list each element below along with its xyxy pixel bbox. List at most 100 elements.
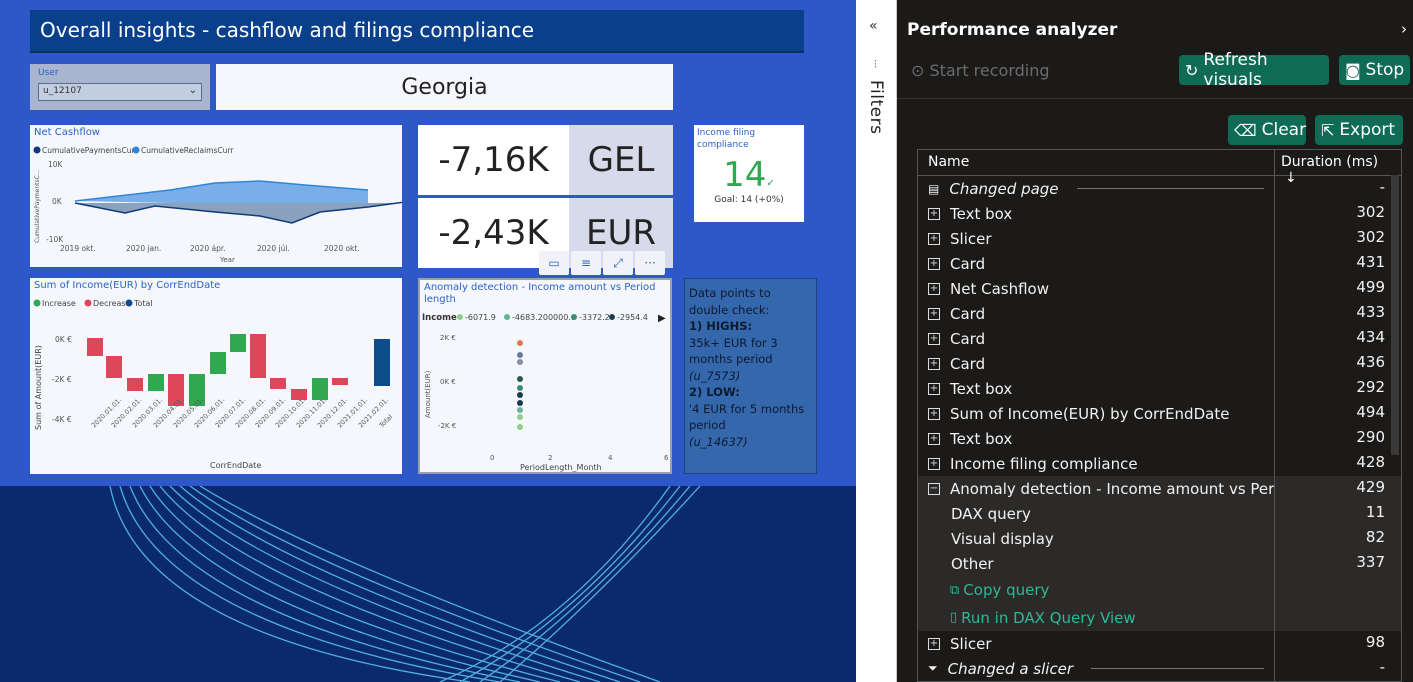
table-row[interactable]: DAX query 11 [918, 501, 1401, 526]
row-name: + Card [918, 301, 1275, 326]
table-row[interactable]: + Text box 290 [918, 426, 1401, 451]
table-row[interactable]: + Income filing compliance 428 [918, 451, 1401, 476]
table-row[interactable]: + Card 433 [918, 301, 1401, 326]
start-recording-button[interactable]: ⊙ Start recording [911, 61, 1050, 80]
more-options-icon[interactable]: ··· [635, 251, 665, 275]
expand-icon[interactable]: + [928, 382, 940, 395]
note-textbox: Data points to double check: 1) HIGHS: 3… [684, 278, 817, 474]
legend-label: -3372.2 [579, 313, 610, 322]
sum-income-waterfall[interactable]: Sum of Income(EUR) by CorrEndDate Increa… [30, 278, 402, 474]
table-row[interactable]: + Text box 292 [918, 376, 1401, 401]
expand-icon[interactable]: + [928, 232, 940, 245]
export-button[interactable]: ⇱ Export [1315, 115, 1403, 145]
expand-icon[interactable]: + [928, 637, 940, 650]
row-name: + Net Cashflow [918, 276, 1275, 301]
row-duration: 302 [1356, 203, 1385, 221]
x-tick: 2020 okt. [324, 244, 360, 253]
y-tick: 0K € [440, 378, 456, 386]
table-row[interactable]: ⧉ Copy query [918, 576, 1401, 604]
row-label: DAX query [951, 504, 1031, 523]
row-name: + Slicer [918, 631, 1275, 656]
table-row[interactable]: − Anomaly detection - Income amount vs Pe… [918, 476, 1401, 501]
chevron-down-icon[interactable]: ⌄ [189, 85, 197, 96]
row-duration: 494 [1356, 403, 1385, 421]
row-name: + Text box [918, 201, 1275, 226]
expand-icon[interactable]: + [928, 257, 940, 270]
column-name[interactable]: Name [918, 150, 1275, 175]
user-slicer[interactable]: User u_12107 ⌄ [30, 64, 210, 110]
stop-button[interactable]: ◙ Stop [1339, 55, 1410, 85]
note-high-text: 35k+ EUR for 3 months period [689, 335, 778, 367]
focus-mode-icon[interactable]: ⤢ [603, 251, 633, 275]
table-row[interactable]: Visual display 82 [918, 526, 1401, 551]
card-gel-value[interactable]: -7,16K [418, 125, 569, 195]
collapse-icon[interactable]: − [928, 482, 940, 495]
row-label[interactable]: Run in DAX Query View [961, 609, 1136, 627]
table-row[interactable]: ▤ Changed page - [918, 176, 1401, 201]
chart-title: Sum of Income(EUR) by CorrEndDate [34, 280, 221, 291]
row-name: + Text box [918, 376, 1275, 401]
table-row[interactable]: ⏷ Changed a slicer - [918, 656, 1401, 681]
row-duration [1275, 576, 1401, 604]
collapse-icon[interactable]: « [869, 18, 878, 34]
legend-dot [504, 314, 510, 320]
table-row[interactable]: + Card 431 [918, 251, 1401, 276]
row-label[interactable]: Copy query [963, 581, 1049, 599]
row-label: Changed a slicer [947, 659, 1074, 678]
chevron-right-icon[interactable]: › [1401, 20, 1407, 38]
row-label: Income filing compliance [950, 454, 1138, 473]
table-row[interactable]: + Text box 302 [918, 201, 1401, 226]
y-tick: 0K [52, 197, 63, 206]
stop-icon: ◙ [1345, 60, 1361, 80]
row-duration: 433 [1356, 303, 1385, 321]
refresh-label: Refresh visuals [1203, 50, 1268, 90]
filters-pane[interactable]: « ⫶ Filters [856, 0, 897, 682]
export-label: Export [1339, 120, 1396, 140]
canvas-bottom-band [0, 485, 856, 682]
column-duration[interactable]: Duration (ms) ↓ [1275, 150, 1401, 186]
legend-label: Increase [42, 299, 76, 308]
refresh-visuals-button[interactable]: ↻ Refresh visuals [1179, 50, 1329, 90]
expand-icon[interactable]: + [928, 207, 940, 220]
expand-icon[interactable]: + [928, 457, 940, 470]
expand-icon[interactable]: + [928, 407, 940, 420]
row-name: + Card [918, 351, 1275, 376]
filter-icon[interactable]: ≡ [571, 251, 601, 275]
kpi-title: Income filing compliance [697, 128, 756, 150]
expand-icon[interactable]: + [928, 282, 940, 295]
net-cashflow-plot: CumulativePaymentsCurr CumulativeReclaim… [33, 146, 402, 264]
filters-label[interactable]: Filters [866, 80, 886, 134]
table-row[interactable]: + Slicer 302 [918, 226, 1401, 251]
pane-title: Performance analyzer [907, 20, 1118, 40]
legend-next-icon[interactable]: ▶ [658, 313, 666, 324]
anomaly-detection-scatter[interactable]: Anomaly detection - Income amount vs Per… [418, 278, 672, 474]
note-highs-heading: 1) HIGHS: [689, 319, 753, 333]
page-icon: ▤ [928, 181, 940, 196]
table-row[interactable]: + Net Cashflow 499 [918, 276, 1401, 301]
row-duration: 98 [1365, 633, 1385, 651]
expand-icon[interactable]: + [928, 432, 940, 445]
card-gel-currency[interactable]: GEL [569, 125, 673, 195]
table-row[interactable]: + Slicer 98 [918, 631, 1401, 656]
payments-area [75, 202, 402, 223]
table-row[interactable]: + Card 434 [918, 326, 1401, 351]
row-duration: 302 [1356, 228, 1385, 246]
table-row[interactable]: + Card 436 [918, 351, 1401, 376]
expand-icon[interactable]: + [928, 307, 940, 320]
row-duration: - [1379, 658, 1385, 676]
y-axis-label: Sum of Amount(EUR) [34, 345, 43, 430]
income-filing-kpi[interactable]: Income filing compliance 14✓ Goal: 14 (+… [694, 125, 804, 222]
row-name: + Card [918, 326, 1275, 351]
expand-icon[interactable]: + [928, 332, 940, 345]
scrollbar[interactable] [1391, 175, 1399, 455]
legend-dot [457, 314, 463, 320]
table-row[interactable]: + Sum of Income(EUR) by CorrEndDate 494 [918, 401, 1401, 426]
table-row[interactable]: Other 337 [918, 551, 1401, 576]
comment-icon[interactable]: ▭ [539, 251, 569, 275]
net-cashflow-chart[interactable]: Net Cashflow CumulativePaymentsCurr Cumu… [30, 125, 402, 267]
slicer-dropdown[interactable]: u_12107 ⌄ [38, 83, 202, 101]
table-row[interactable]: ▯ Run in DAX Query View [918, 604, 1401, 631]
expand-icon[interactable]: + [928, 357, 940, 370]
clear-button[interactable]: ⌫ Clear [1228, 115, 1306, 145]
row-duration: 434 [1356, 328, 1385, 346]
